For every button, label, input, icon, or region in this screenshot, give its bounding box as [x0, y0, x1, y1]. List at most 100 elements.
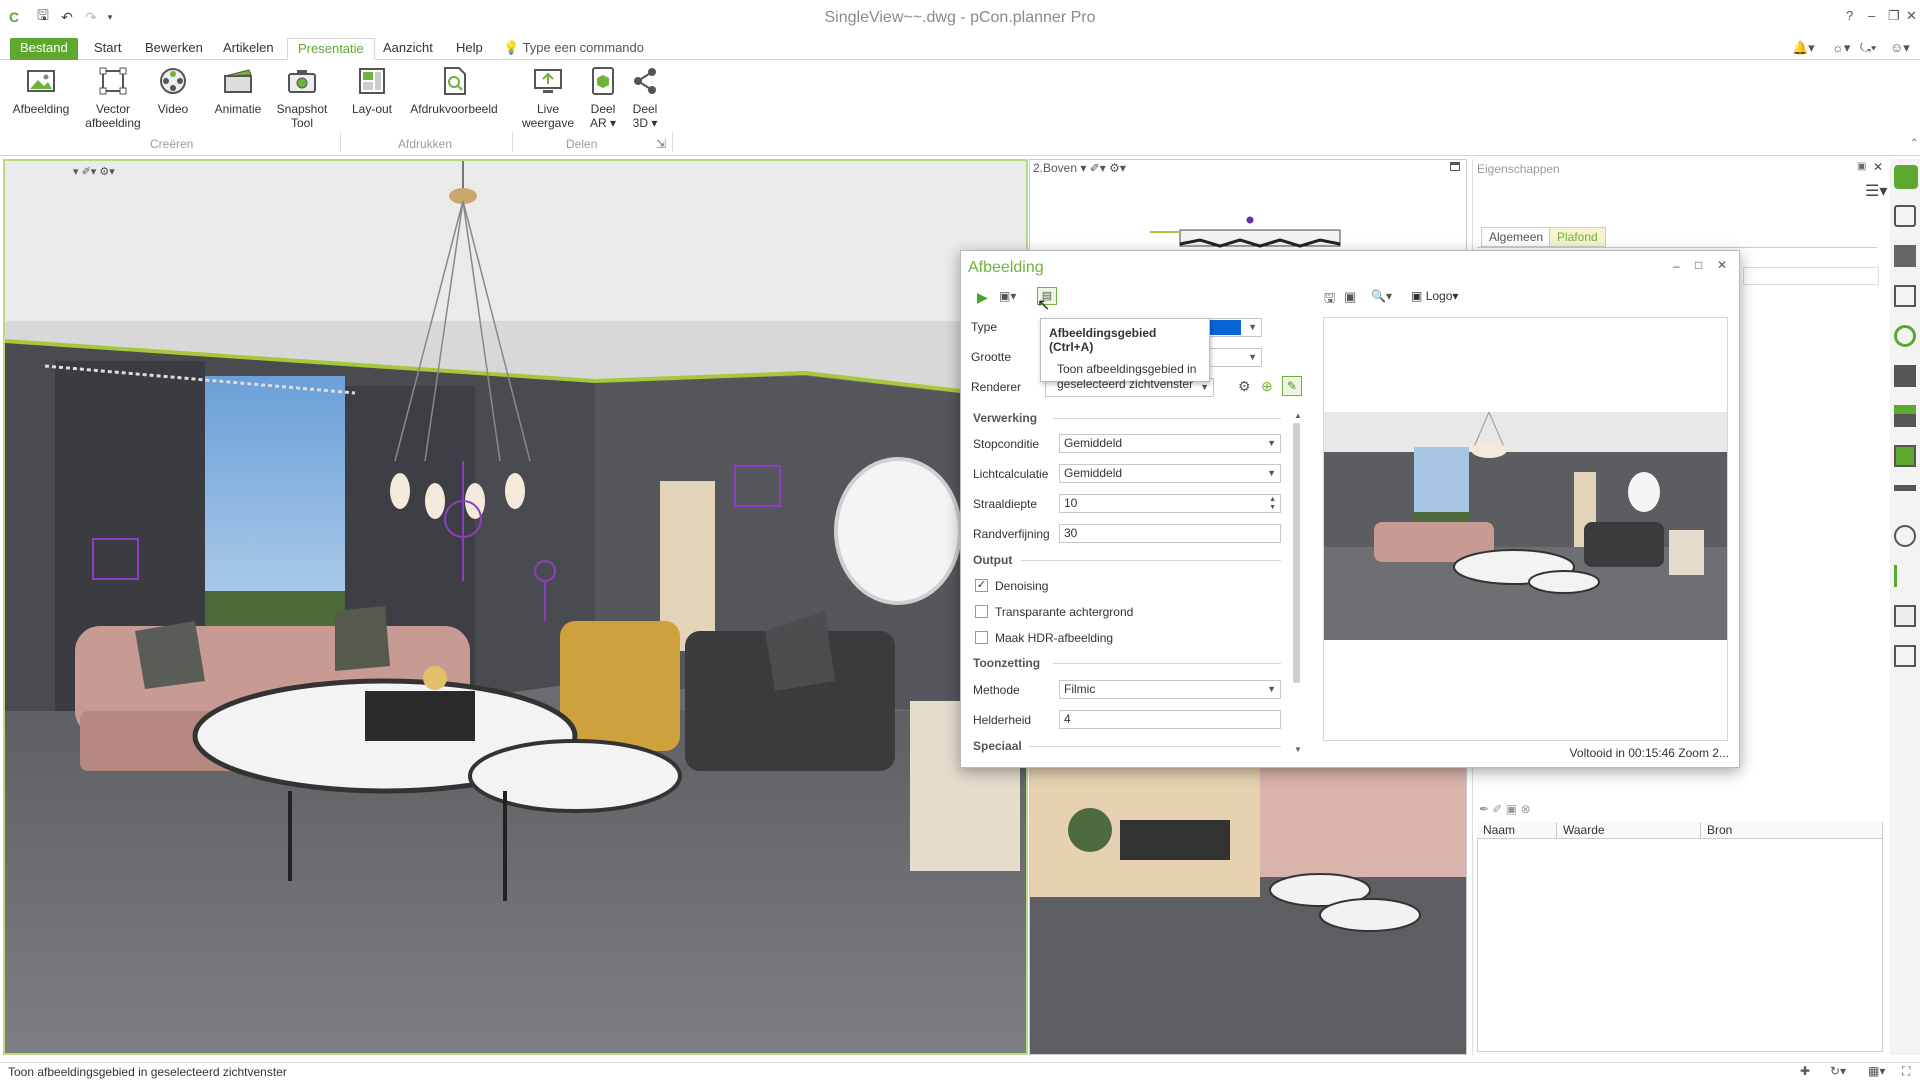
- pin-icon[interactable]: ▣: [1857, 161, 1866, 172]
- grid-layout-icon[interactable]: ▦▾: [1868, 1064, 1885, 1078]
- dialog-close-button[interactable]: ✕: [1717, 258, 1727, 272]
- window-title: SingleView~~.dwg - pCon.planner Pro: [824, 9, 1096, 26]
- list-icon[interactable]: [1894, 285, 1916, 307]
- tab-artikelen[interactable]: Artikelen: [213, 38, 284, 60]
- edit-renderer-icon[interactable]: ✎: [1282, 376, 1302, 396]
- dialog-minimize-button[interactable]: –: [1673, 259, 1680, 273]
- tab-start[interactable]: Start: [84, 38, 131, 60]
- mouse-cursor-icon: ↖: [1037, 297, 1051, 314]
- main-3d-viewport[interactable]: ▾ ✐▾ ⚙▾: [3, 159, 1028, 1055]
- minimize-button[interactable]: –: [1868, 8, 1875, 23]
- tab-plafond[interactable]: Plafond: [1549, 227, 1606, 247]
- layout-panel-icon[interactable]: [1894, 645, 1916, 667]
- add-renderer-icon[interactable]: ⊕: [1261, 378, 1273, 395]
- deel-ar-button[interactable]: Deel AR ▾: [586, 66, 620, 130]
- fullscreen-icon[interactable]: ⛶: [1902, 1064, 1910, 1079]
- lichtcalculatie-label: Lichtcalculatie: [973, 467, 1049, 481]
- tab-bewerken[interactable]: Bewerken: [135, 38, 213, 60]
- divider: [1477, 247, 1877, 248]
- property-value-field[interactable]: [1743, 267, 1879, 285]
- straaldiepte-stepper[interactable]: 10 ▲ ▼: [1059, 494, 1281, 513]
- logo-dropdown[interactable]: ▣ Logo▾: [1411, 289, 1458, 303]
- live-weergave-button[interactable]: Live weergave: [520, 66, 576, 130]
- helderheid-input[interactable]: 4: [1059, 710, 1281, 729]
- type-label: Type: [971, 320, 998, 334]
- column-bron[interactable]: Bron: [1701, 822, 1883, 839]
- afdrukvoorbeeld-label: Afdrukvoorbeeld: [410, 102, 498, 116]
- user-icon[interactable]: ☺▾: [1880, 38, 1920, 60]
- chevron-down-icon: ▼: [1248, 352, 1257, 362]
- lay-out-label: Lay-out: [351, 102, 393, 116]
- materials-icon[interactable]: [1894, 445, 1916, 467]
- lay-out-button[interactable]: Lay-out: [348, 66, 396, 116]
- snapshot-tool-button[interactable]: Snapshot Tool: [274, 66, 330, 130]
- close-button[interactable]: ✕: [1906, 8, 1917, 24]
- articles-icon[interactable]: [1894, 245, 1916, 267]
- close-panel-icon[interactable]: ✕: [1873, 160, 1883, 174]
- copy-image-icon[interactable]: ▣: [1344, 289, 1356, 305]
- column-naam[interactable]: Naam: [1477, 822, 1557, 839]
- layers-icon[interactable]: [1894, 405, 1916, 427]
- stopconditie-select[interactable]: Gemiddeld ▼: [1059, 434, 1281, 453]
- catalog-icon[interactable]: [1894, 165, 1918, 189]
- panel-menu-icon[interactable]: ☰▾: [1865, 181, 1887, 201]
- renderer-settings-icon[interactable]: ⚙: [1238, 378, 1251, 395]
- methode-label: Methode: [973, 683, 1020, 697]
- transparante-achtergrond-label: Transparante achtergrond: [995, 605, 1134, 619]
- group-afdrukken: Afdrukken: [398, 137, 453, 151]
- image-panel-icon[interactable]: [1894, 605, 1916, 627]
- tab-bestand[interactable]: Bestand: [10, 38, 78, 60]
- column-waarde[interactable]: Waarde: [1557, 822, 1701, 839]
- afbeelding-label: Afbeelding: [12, 102, 70, 116]
- view-tools-icon[interactable]: ▾ ✐▾ ⚙▾: [73, 165, 115, 178]
- denoising-checkbox[interactable]: ✓: [975, 579, 988, 592]
- randverfijning-input[interactable]: 30: [1059, 524, 1281, 543]
- scrollbar[interactable]: [1293, 423, 1300, 683]
- section-divider: [1029, 746, 1281, 747]
- tab-presentatie[interactable]: Presentatie: [287, 38, 375, 60]
- helderheid-label: Helderheid: [973, 713, 1032, 727]
- tab-help[interactable]: Help: [446, 38, 493, 60]
- collapse-ribbon-icon[interactable]: ⌃: [1910, 138, 1918, 149]
- right-toolbar: [1890, 159, 1920, 1055]
- save-image-icon[interactable]: 🖫: [1324, 289, 1335, 311]
- tab-aanzicht[interactable]: Aanzicht: [373, 38, 443, 60]
- transparante-achtergrond-checkbox[interactable]: [975, 605, 988, 618]
- light-icon[interactable]: [1894, 525, 1916, 547]
- vector-afbeelding-button[interactable]: Vector afbeelding: [82, 66, 144, 130]
- render-mode-icon[interactable]: ▣▾: [999, 289, 1016, 303]
- scroll-down-icon[interactable]: ▼: [1294, 745, 1302, 754]
- properties-title: Eigenschappen: [1477, 162, 1560, 176]
- lichtcalculatie-select[interactable]: Gemiddeld ▼: [1059, 464, 1281, 483]
- share-3d-icon: [634, 68, 656, 94]
- render-play-icon[interactable]: ▶: [977, 289, 988, 306]
- tab-algemeen[interactable]: Algemeen: [1481, 227, 1552, 247]
- deel-3d-button[interactable]: Deel 3D ▾: [628, 66, 662, 130]
- video-button[interactable]: Video: [154, 66, 192, 116]
- randverfijning-label: Randverfijning: [973, 527, 1050, 541]
- snap-icon[interactable]: ✚: [1800, 1064, 1810, 1078]
- scroll-up-icon[interactable]: ▲: [1294, 411, 1302, 420]
- search-catalog-icon[interactable]: [1894, 205, 1916, 227]
- afbeelding-button[interactable]: Afbeelding: [10, 66, 72, 116]
- zoom-icon[interactable]: 🔍▾: [1371, 289, 1392, 303]
- afdrukvoorbeeld-button[interactable]: Afdrukvoorbeeld: [406, 66, 502, 116]
- brush-icon[interactable]: [1894, 565, 1916, 587]
- grid-toolbar-icon[interactable]: ✒ ✐ ▣ ⊗: [1479, 802, 1531, 816]
- dialog-maximize-button[interactable]: □: [1695, 258, 1702, 272]
- notification-icon[interactable]: 🔔▾: [1782, 38, 1825, 60]
- methode-select[interactable]: Filmic ▼: [1059, 680, 1281, 699]
- green-circle-icon[interactable]: [1894, 325, 1916, 347]
- maak-hdr-checkbox[interactable]: [975, 631, 988, 644]
- stepper-arrows-icon[interactable]: ▲ ▼: [1269, 496, 1276, 512]
- group-creeren: Creëren: [150, 137, 194, 151]
- orbit-icon[interactable]: ↻▾: [1830, 1064, 1846, 1078]
- dialog-launcher-icon[interactable]: ⇲: [656, 137, 666, 151]
- help-button[interactable]: ?: [1846, 8, 1853, 23]
- restore-button[interactable]: ❐: [1888, 8, 1900, 24]
- command-search[interactable]: 💡 Type een commando: [493, 38, 654, 60]
- animatie-button[interactable]: Animatie: [210, 66, 266, 116]
- box-icon[interactable]: [1894, 365, 1916, 387]
- building-icon[interactable]: [1894, 485, 1916, 507]
- stopconditie-label: Stopconditie: [973, 437, 1040, 451]
